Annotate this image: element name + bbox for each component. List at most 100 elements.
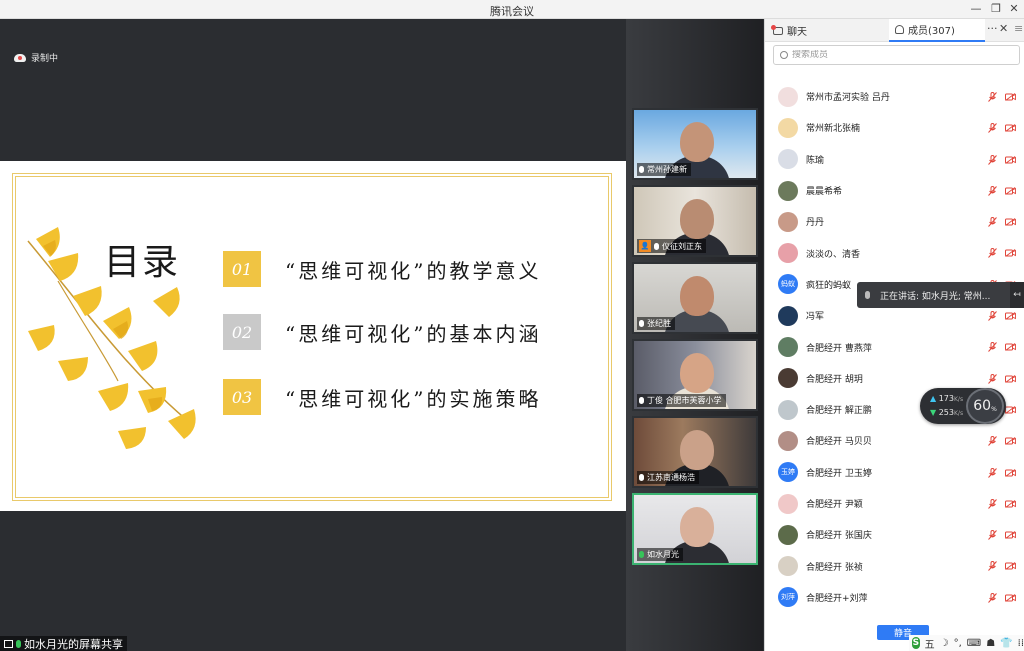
mic-icon xyxy=(654,242,659,250)
mic-muted-icon[interactable] xyxy=(988,123,997,134)
video-tile-active-speaker[interactable]: 如水月光 xyxy=(632,493,758,565)
camera-off-icon[interactable] xyxy=(1005,155,1016,164)
member-row[interactable]: 刘萍 合肥经开+刘萍 xyxy=(765,582,1024,613)
camera-off-icon[interactable] xyxy=(1005,312,1016,320)
member-name: 合肥经开 解正鹏 xyxy=(806,406,872,417)
speaking-indicator[interactable]: 正在讲话: 如水月光; 常州... ↤ xyxy=(857,282,1024,308)
camera-off-icon[interactable] xyxy=(1005,343,1016,352)
mic-muted-icon[interactable] xyxy=(988,467,997,478)
mic-muted-icon[interactable] xyxy=(988,436,997,447)
member-row[interactable]: 合肥经开 尹颖 xyxy=(765,488,1024,519)
ime-mode[interactable]: 五 xyxy=(925,636,935,651)
toc-number: 02 xyxy=(223,314,261,350)
toc-item-2: 02 “思维可视化”的基本内涵 xyxy=(223,314,541,350)
menu-icon[interactable]: ≡ xyxy=(1014,22,1023,35)
camera-off-icon[interactable] xyxy=(1005,406,1016,414)
mic-muted-icon[interactable] xyxy=(988,92,997,102)
mic-active-icon xyxy=(639,551,644,558)
moon-icon[interactable]: ☽ xyxy=(940,638,949,649)
search-input[interactable] xyxy=(792,50,1012,60)
keyboard-icon[interactable]: ⌨ xyxy=(967,638,981,649)
mic-icon xyxy=(639,166,644,173)
camera-off-icon[interactable] xyxy=(1005,531,1016,540)
video-strip: 常州孙建新 👤 仪征刘正东 张纪胜 丁俊 合肥市芙蓉小学 江苏南通杨浩 如水月光 xyxy=(626,19,763,651)
member-name: 合肥经开 曹燕萍 xyxy=(806,343,872,354)
member-avatar xyxy=(778,86,798,107)
member-row[interactable]: 玉婷 合肥经开 卫玉婷 xyxy=(765,457,1024,488)
member-name: 合肥经开+刘萍 xyxy=(806,593,868,604)
member-avatar xyxy=(778,117,798,138)
shared-slide: 目录 01 “思维可视化”的教学意义 02 “思维可视化”的基本内涵 03 “思… xyxy=(0,161,626,511)
video-tile[interactable]: 常州孙建新 xyxy=(632,108,758,180)
mic-muted-icon[interactable] xyxy=(988,217,997,228)
mic-muted-icon[interactable] xyxy=(988,592,997,603)
member-row[interactable]: 淡淡の、清香 xyxy=(765,237,1024,268)
member-row[interactable]: 丹丹 xyxy=(765,206,1024,237)
member-row[interactable]: 合肥经开 曹燕萍 xyxy=(765,331,1024,362)
member-row[interactable]: 常州市孟河实验 吕丹 xyxy=(765,81,1024,112)
camera-off-icon[interactable] xyxy=(1005,593,1016,602)
ime-toolbar[interactable]: S 五 ☽ °, ⌨ ☗ 👕 ⁞⁞ xyxy=(909,635,1024,651)
minimize-button[interactable]: — xyxy=(966,1,986,17)
member-avatar xyxy=(778,243,798,264)
download-speed: ▼ 253K/s xyxy=(930,408,964,417)
shared-screen-stage: 录制中 目录 01 “思维可视化”的教学意义 02 “思维可视化”的基本内涵 0… xyxy=(0,19,626,651)
member-row[interactable]: 常州新北张楠 xyxy=(765,112,1024,143)
mic-icon xyxy=(639,397,644,404)
member-search[interactable] xyxy=(773,45,1020,65)
video-tile[interactable]: 张纪胜 xyxy=(632,262,758,334)
screen-share-icon xyxy=(4,639,13,648)
mic-muted-icon[interactable] xyxy=(988,561,997,572)
camera-off-icon[interactable] xyxy=(1005,374,1016,383)
member-row[interactable]: 晨晨希希 xyxy=(765,175,1024,206)
member-avatar xyxy=(778,180,798,201)
member-row[interactable]: 合肥经开 张祯 xyxy=(765,550,1024,581)
camera-off-icon[interactable] xyxy=(1005,468,1016,477)
member-row[interactable]: 合肥经开 张国庆 xyxy=(765,519,1024,550)
skin-icon[interactable]: 👕 xyxy=(1000,638,1012,649)
more-options-icon[interactable]: ··· xyxy=(987,22,998,35)
member-row[interactable]: 陈瑜 xyxy=(765,144,1024,175)
mic-muted-icon[interactable] xyxy=(988,342,997,353)
close-panel-icon[interactable]: ✕ xyxy=(999,22,1008,35)
camera-off-icon[interactable] xyxy=(1005,499,1016,508)
camera-off-icon[interactable] xyxy=(1005,93,1016,101)
camera-off-icon[interactable] xyxy=(1005,249,1016,258)
close-window-button[interactable]: ✕ xyxy=(1004,1,1024,17)
network-monitor[interactable]: ▲ 173K/s ▼ 253K/s 60% xyxy=(920,388,1006,424)
camera-off-icon[interactable] xyxy=(1005,218,1016,227)
mic-muted-icon[interactable] xyxy=(988,373,997,384)
member-avatar xyxy=(778,556,798,577)
camera-off-icon[interactable] xyxy=(1005,437,1016,446)
tab-members[interactable]: 成员(307) xyxy=(889,19,985,42)
mic-muted-icon[interactable] xyxy=(988,498,997,509)
search-icon xyxy=(780,51,788,59)
video-tile[interactable]: 丁俊 合肥市芙蓉小学 xyxy=(632,339,758,411)
camera-off-icon[interactable] xyxy=(1005,124,1016,133)
camera-off-icon[interactable] xyxy=(1005,562,1016,571)
restore-button[interactable]: ❐ xyxy=(986,1,1006,17)
mic-muted-icon[interactable] xyxy=(988,311,997,321)
video-tile[interactable]: 江苏南通杨浩 xyxy=(632,416,758,488)
collapse-arrow-icon[interactable]: ↤ xyxy=(1010,282,1024,308)
video-tile[interactable]: 👤 仪征刘正东 xyxy=(632,185,758,257)
usage-gauge: 60% xyxy=(966,388,1004,424)
toc-item-3: 03 “思维可视化”的实施策略 xyxy=(223,379,541,415)
members-panel: 聊天 成员(307) ··· ✕ ≡ 常州市孟河实验 吕丹常州新北张楠陈瑜晨晨希… xyxy=(764,19,1024,651)
member-row[interactable]: 合肥经开 马贝贝 xyxy=(765,425,1024,456)
voice-icon[interactable]: ☗ xyxy=(986,638,995,649)
mic-muted-icon[interactable] xyxy=(988,248,997,259)
toolbox-icon[interactable]: ⁞⁞ xyxy=(1018,638,1024,649)
camera-off-icon[interactable] xyxy=(1005,187,1016,195)
mic-muted-icon[interactable] xyxy=(988,185,997,196)
tab-chat[interactable]: 聊天 xyxy=(771,19,883,42)
recording-indicator[interactable]: 录制中 xyxy=(14,51,58,64)
punctuation-icon[interactable]: °, xyxy=(954,638,962,649)
mic-muted-icon[interactable] xyxy=(988,154,997,165)
cloud-record-icon xyxy=(14,53,26,62)
member-name: 丹丹 xyxy=(806,218,825,229)
member-name: 冯军 xyxy=(806,312,825,323)
mic-muted-icon[interactable] xyxy=(988,530,997,540)
download-arrow-icon: ▼ xyxy=(930,408,937,417)
member-name: 晨晨希希 xyxy=(806,187,843,198)
